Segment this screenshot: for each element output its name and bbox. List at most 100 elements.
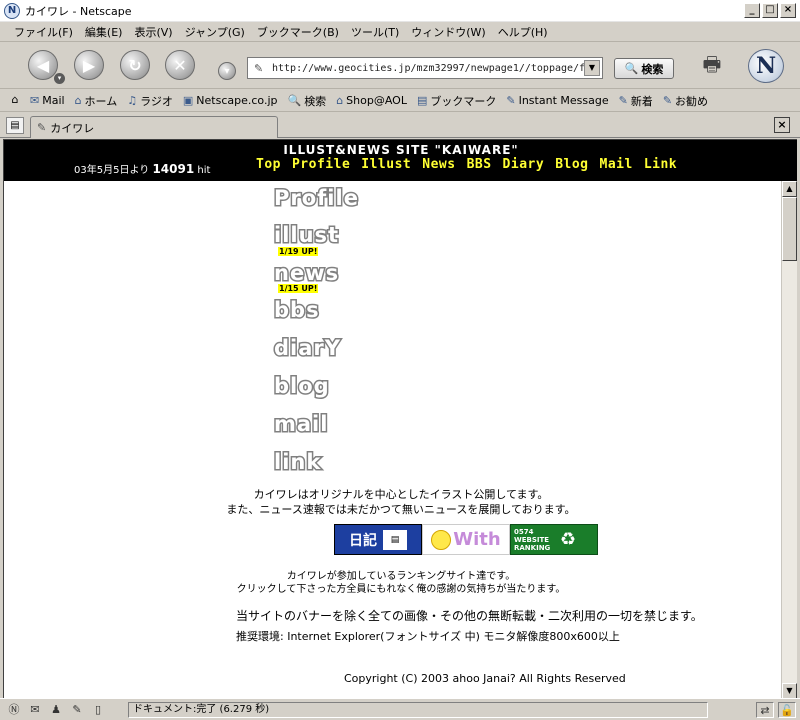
pb-bookmarks[interactable]: ▤ ブックマーク — [417, 93, 496, 109]
nav-profile[interactable]: Profile — [292, 157, 350, 172]
menu-link[interactable]: link — [272, 449, 321, 476]
site-nav: Top Profile Illust News BBS Diary Blog M… — [256, 157, 677, 172]
menu-illust[interactable]: illust — [272, 222, 339, 249]
menu-help[interactable]: ヘルプ(H) — [492, 24, 554, 40]
pb-netscape-label: Netscape.co.jp — [196, 94, 278, 107]
pb-home[interactable]: ⌂ ホーム — [75, 93, 118, 109]
address-book-icon[interactable]: ▯ — [90, 702, 106, 718]
nav-blog[interactable]: Blog — [555, 157, 588, 172]
pb-im-label: Instant Message — [518, 94, 609, 107]
copyright-line: Copyright (C) 2003 ahoo Janai? All Right… — [344, 672, 626, 685]
mail-icon[interactable]: ✉ — [27, 702, 43, 718]
menubar: ファイル(F) 編集(E) 表示(V) ジャンプ(G) ブックマーク(B) ツー… — [0, 22, 800, 42]
recycle-icon: ♻ — [560, 528, 577, 550]
maximize-icon[interactable]: □ — [762, 3, 778, 18]
pb-recommend-label: お勧め — [675, 94, 709, 108]
component-bar: Ⓝ ✉ ♟ ✎ ▯ — [0, 702, 106, 718]
online-status-icon[interactable]: ⇄ — [756, 702, 774, 718]
menu-go[interactable]: ジャンプ(G) — [179, 24, 251, 40]
search-button-label: 検索 — [641, 62, 664, 76]
nav-illust[interactable]: Illust — [361, 157, 411, 172]
forward-button[interactable]: ▶ — [74, 50, 104, 80]
menu-blog[interactable]: blog — [273, 373, 331, 400]
nav-top[interactable]: Top — [256, 157, 281, 172]
minimize-icon[interactable]: _ — [744, 3, 760, 18]
menu-tools[interactable]: ツール(T) — [345, 24, 405, 40]
menu-view[interactable]: 表示(V) — [128, 24, 178, 40]
magnifier-icon: 🔍 — [624, 62, 639, 75]
menu-news[interactable]: news — [272, 260, 339, 287]
shop-icon: ⌂ — [336, 94, 344, 107]
close-icon[interactable]: × — [780, 3, 796, 18]
pb-instant-message[interactable]: ✎ Instant Message — [506, 94, 608, 107]
menu-file[interactable]: ファイル(F) — [8, 24, 79, 40]
personal-toolbar: ⌂ ✉ Mail ⌂ ホーム ♫ ラジオ ▣ Netscape.co.jp 🔍 検索 ⌂ S… — [0, 90, 800, 112]
back-history-dropdown-icon[interactable]: ▾ — [54, 73, 65, 84]
reload-icon: ↻ — [128, 55, 142, 75]
nav-diary[interactable]: Diary — [503, 157, 545, 172]
menu-diary[interactable]: diarY — [273, 335, 342, 362]
ranking-banner-label: 0574 WEBSITE RANKING — [514, 527, 551, 552]
pb-mail[interactable]: ✉ Mail — [30, 94, 65, 107]
with-banner[interactable]: With — [422, 524, 510, 555]
menu-bookmarks[interactable]: ブックマーク(B) — [251, 24, 345, 40]
window-titlebar: N カイワレ - Netscape _ □ × — [0, 0, 800, 22]
print-icon[interactable]: 🖶 — [698, 50, 726, 76]
url-dropdown-icon[interactable]: ▼ — [584, 60, 600, 76]
window-controls: _ □ × — [744, 3, 796, 18]
composer-icon[interactable]: ✎ — [69, 702, 85, 718]
url-history-button[interactable]: ▾ — [218, 62, 236, 80]
close-tab-icon[interactable]: × — [774, 117, 790, 133]
tab-kaiware[interactable]: ✎ カイワレ — [30, 116, 278, 138]
im-icon[interactable]: ♟ — [48, 702, 64, 718]
counter-prefix: 03年5月5日より — [74, 165, 150, 176]
nav-mail[interactable]: Mail — [600, 157, 633, 172]
reload-button[interactable]: ↻ — [120, 50, 150, 80]
search-icon: 🔍 — [287, 94, 302, 107]
with-banner-label: With — [453, 529, 501, 550]
pb-recommend[interactable]: ✎ お勧め — [663, 93, 708, 109]
nav-bbs[interactable]: BBS — [467, 157, 492, 172]
pb-shop[interactable]: ⌂ Shop@AOL — [336, 94, 407, 107]
recommended-environment: 推奨環境: Internet Explorer(フォントサイズ 中) モニタ解像… — [236, 630, 620, 643]
mail-icon: ✉ — [30, 94, 40, 107]
intro-line-2: また、ニュース速報では未だかつて無いニュースを展開しております。 — [226, 503, 576, 516]
site-intro: カイワレはオリジナルを中心としたイラスト公開してます。 また、ニュース速報では未… — [4, 487, 797, 517]
netscape-throbber-icon[interactable]: N — [748, 49, 784, 83]
pb-radio[interactable]: ♫ ラジオ — [127, 93, 173, 109]
stop-button[interactable]: ✕ — [165, 50, 195, 80]
scroll-up-icon[interactable]: ▲ — [782, 181, 797, 197]
navigator-icon[interactable]: Ⓝ — [6, 702, 22, 718]
news-update-badge: 1/15 UP! — [278, 284, 319, 293]
url-bar[interactable]: ✎ http://www.geocities.jp/mzm32997/newpa… — [247, 57, 603, 79]
nav-link[interactable]: Link — [644, 157, 677, 172]
vertical-scrollbar[interactable]: ▲ ▼ — [781, 181, 797, 698]
new-tab-icon[interactable]: ▤ — [6, 117, 24, 134]
url-text[interactable]: http://www.geocities.jp/mzm32997/newpage… — [272, 63, 590, 74]
menu-mail[interactable]: mail — [272, 411, 328, 438]
status-indicators: ⇄ 🔓 — [756, 702, 796, 718]
hit-counter: 03年5月5日より 14091 hit — [74, 161, 210, 176]
menu-edit[interactable]: 編集(E) — [79, 24, 129, 40]
lock-icon[interactable]: 🔓 — [778, 702, 796, 718]
pb-new[interactable]: ✎ 新着 — [619, 93, 653, 109]
nav-news[interactable]: News — [422, 157, 455, 172]
menu-profile[interactable]: Profile — [273, 185, 360, 212]
menu-bbs[interactable]: bbs — [273, 297, 321, 324]
pb-bookmarks-label: ブックマーク — [430, 94, 497, 108]
nikki-banner-label: 日記 — [349, 532, 377, 549]
pb-search[interactable]: 🔍 検索 — [287, 93, 326, 109]
pb-netscape[interactable]: ▣ Netscape.co.jp — [183, 94, 278, 107]
website-ranking-banner[interactable]: 0574 WEBSITE RANKING ♻ — [510, 524, 598, 555]
counter-value: 14091 — [152, 162, 195, 176]
pb-home-label: ホーム — [84, 94, 118, 108]
home-tab-icon[interactable]: ⌂ — [4, 93, 26, 109]
forward-arrow-icon: ▶ — [82, 55, 96, 75]
copyright-notice: 当サイトのバナーを除く全ての画像・その他の無断転載・二次利用の一切を禁じます。 — [236, 609, 703, 623]
menu-window[interactable]: ウィンドウ(W) — [405, 24, 491, 40]
nikki-banner[interactable]: 日記 ▤ — [334, 524, 422, 555]
scroll-down-icon[interactable]: ▼ — [782, 683, 797, 698]
pb-new-label: 新着 — [630, 94, 653, 108]
search-button[interactable]: 🔍 検索 — [614, 58, 674, 79]
scroll-thumb[interactable] — [782, 197, 797, 261]
